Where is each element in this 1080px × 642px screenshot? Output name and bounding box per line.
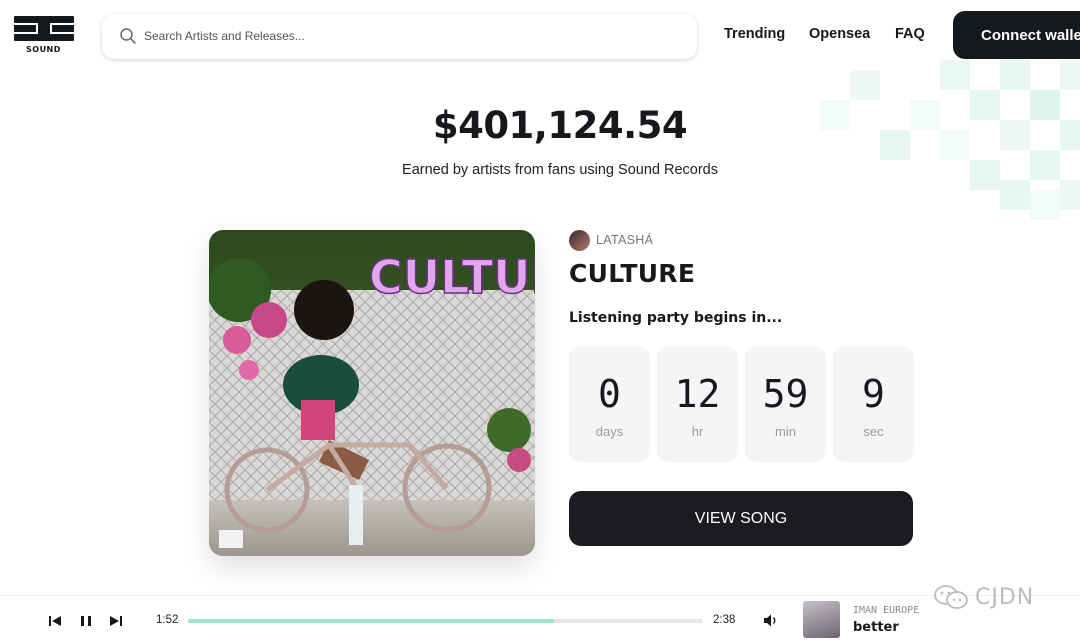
search-bar[interactable]	[102, 14, 697, 59]
audio-player: 1:52 2:38 IMAN EUROPE better	[0, 595, 1080, 642]
nav-opensea[interactable]: Opensea	[809, 26, 870, 42]
watermark-text: CJDN	[975, 584, 1035, 610]
song-title: CULTURE	[569, 259, 696, 288]
countdown-minutes: 59 min	[745, 347, 826, 462]
album-cover[interactable]: CULTURE	[209, 230, 535, 556]
countdown-hours: 12 hr	[657, 347, 738, 462]
connect-wallet-button[interactable]: Connect wallet	[953, 11, 1080, 59]
progress-bar[interactable]	[188, 619, 703, 623]
search-input[interactable]	[144, 24, 664, 48]
pause-icon[interactable]	[79, 615, 93, 627]
countdown-heading: Listening party begins in...	[569, 310, 783, 326]
album-cover-image: CULTURE	[209, 230, 535, 556]
total-time: 2:38	[713, 614, 736, 626]
nav-trending[interactable]: Trending	[724, 26, 785, 42]
earned-amount: $401,124.54	[432, 104, 688, 147]
sound-logo[interactable]: SOUND	[14, 14, 76, 56]
countdown-value: 12	[674, 372, 721, 416]
countdown-unit: days	[595, 424, 624, 439]
countdown-unit: min	[775, 424, 796, 439]
logo-text: SOUND	[26, 45, 61, 54]
search-icon	[120, 28, 136, 44]
artist-avatar	[569, 229, 590, 251]
svg-text:CULTURE: CULTURE	[369, 250, 535, 304]
now-playing-title[interactable]: better	[853, 620, 899, 635]
earned-caption: Earned by artists from fans using Sound …	[402, 162, 718, 178]
watermark: CJDN	[933, 583, 1034, 611]
now-playing-artwork[interactable]	[803, 601, 840, 638]
elapsed-time: 1:52	[156, 614, 179, 626]
next-track-icon[interactable]	[109, 615, 123, 627]
artist-link[interactable]: LATASHÁ	[569, 229, 653, 251]
countdown-value: 9	[862, 372, 885, 416]
countdown-value: 0	[598, 372, 621, 416]
volume-icon[interactable]	[763, 613, 778, 628]
progress-fill	[188, 619, 554, 623]
countdown-value: 59	[762, 372, 809, 416]
countdown-unit: sec	[863, 424, 884, 439]
view-song-button[interactable]: VIEW SONG	[569, 491, 913, 546]
sound-logo-icon	[14, 16, 74, 41]
countdown-days: 0 days	[569, 347, 650, 462]
previous-track-icon[interactable]	[48, 615, 62, 627]
now-playing-artist[interactable]: IMAN EUROPE	[853, 605, 919, 616]
countdown-unit: hr	[691, 424, 704, 439]
nav-faq[interactable]: FAQ	[895, 26, 925, 42]
chat-bubbles-icon	[934, 585, 968, 609]
artist-name: LATASHÁ	[596, 233, 654, 247]
countdown-seconds: 9 sec	[833, 347, 914, 462]
